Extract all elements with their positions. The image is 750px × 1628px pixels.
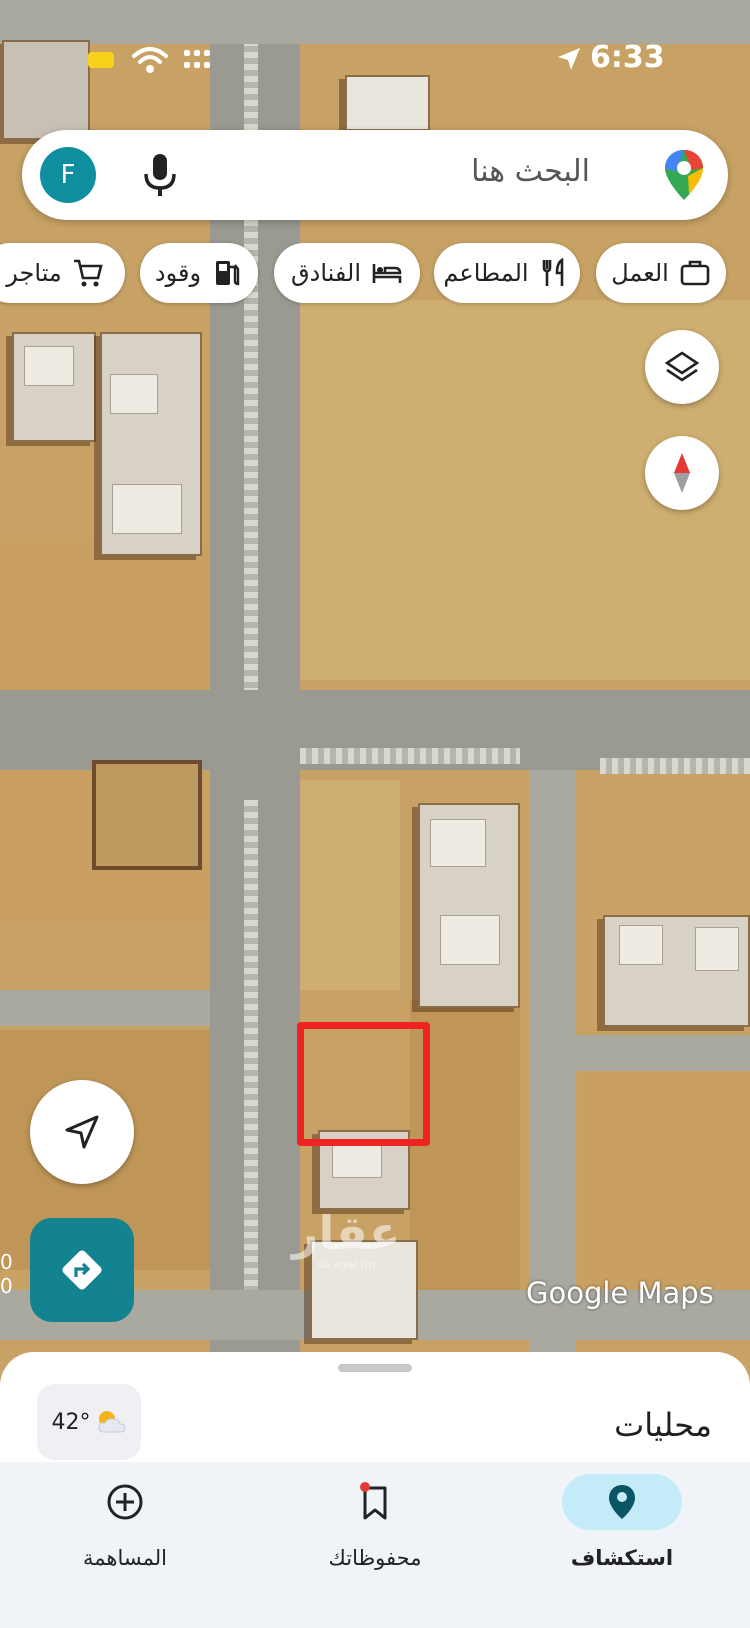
chip-restaurants[interactable]: المطاعم [434,243,580,303]
bottom-sheet[interactable]: 42° محليات [0,1352,750,1472]
nav-saved-indicator [315,1474,435,1530]
nav-contribute-indicator [65,1474,185,1530]
map-vacant-lot [580,1070,750,1310]
nav-label: استكشاف [570,1546,674,1570]
signal-dots-icon [184,50,210,68]
cart-icon [73,259,103,287]
navigation-arrow-icon [65,1115,99,1149]
briefcase-icon [680,260,710,286]
sheet-title: محليات [614,1406,712,1444]
layers-icon [664,351,700,382]
compass-icon [674,453,690,493]
map-road [576,1035,750,1071]
directions-icon [62,1250,102,1290]
map-building [603,915,750,1027]
temperature-text: 42° [51,1409,91,1435]
map-building [92,760,202,870]
sheet-drag-handle[interactable] [338,1364,412,1372]
bed-icon [372,264,402,283]
chip-label: الفنادق [291,259,361,287]
nav-saved[interactable]: محفوظاتك [275,1462,475,1628]
nav-label: المساهمة [83,1546,167,1570]
chip-label: المطاعم [443,259,529,287]
map-building [12,332,96,442]
plot-highlight-marker [297,1022,430,1146]
scale-label: 0 [0,1274,13,1298]
chip-label: وقود [154,259,202,287]
gas-pump-icon [216,261,240,286]
chip-gas[interactable]: وقود [140,243,258,303]
search-input[interactable]: البحث هنا [471,154,590,189]
watermark-text: عقار [292,1206,401,1260]
my-location-button[interactable] [30,1080,134,1184]
status-bar: 6:33 [0,38,750,82]
nav-contribute[interactable]: المساهمة [25,1462,225,1628]
chip-hotels[interactable]: الفنادق [274,243,420,303]
directions-button[interactable] [30,1218,134,1322]
chip-work[interactable]: العمل [596,243,726,303]
map-building [418,803,520,1008]
map-building [345,75,430,131]
weather-badge[interactable]: 42° [37,1384,141,1460]
map-road-median [244,800,258,1340]
maps-pin-icon [665,150,703,200]
location-pin-icon [609,1485,635,1519]
map-scale: 0 0 [0,1250,13,1298]
chip-label: العمل [611,259,669,287]
google-maps-attribution: Google Maps [526,1276,714,1310]
sun-cloud-icon [97,1411,126,1433]
chip-label: متاجر ا [0,259,62,287]
layers-button[interactable] [645,330,719,404]
add-circle-icon [107,1484,143,1520]
nav-label: محفوظاتك [328,1546,422,1570]
account-avatar[interactable]: F [40,147,96,203]
map-road [0,990,210,1026]
compass-button[interactable] [645,436,719,510]
bottom-navigation: استكشاف محفوظاتك المساهمة [0,1462,750,1628]
chip-stores[interactable]: متاجر ا [0,243,125,303]
search-bar[interactable]: F البحث هنا [22,130,728,220]
aqar-watermark: عقار sa.aqar.fm [292,1208,400,1271]
map-road-median [300,748,520,764]
nav-explore-indicator [562,1474,682,1530]
bookmark-icon [360,1482,387,1520]
battery-icon [88,52,114,68]
mic-icon[interactable] [140,152,180,198]
status-time: 6:33 [590,40,665,75]
wifi-icon [132,47,168,73]
map-building [100,332,202,556]
map-road-median [600,758,750,774]
scale-label: 0 [0,1250,13,1274]
fork-knife-icon [542,257,563,286]
location-arrow-icon [558,48,580,70]
map-road [530,770,576,1360]
nav-explore[interactable]: استكشاف [522,1462,722,1628]
map-vacant-lot [300,780,400,990]
